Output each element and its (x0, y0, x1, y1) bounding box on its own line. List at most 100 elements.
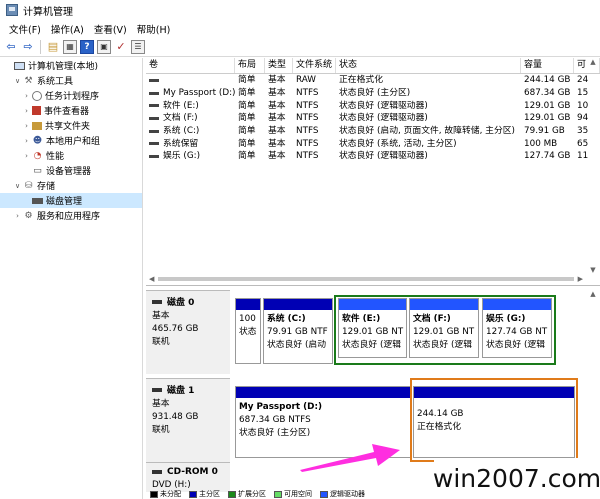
partition-bar (483, 299, 551, 310)
volume-name: 系统 (C:) (163, 126, 200, 137)
expand-chevron-icon[interactable]: ∨ (13, 182, 22, 190)
scroll-up-icon[interactable]: ▲ (590, 290, 595, 298)
console-icon[interactable]: ▣ (97, 39, 111, 54)
partition-bar (410, 299, 478, 310)
scroll-thumb[interactable] (158, 277, 574, 281)
volume-icon (149, 78, 159, 82)
tree-item-label: 设备管理器 (46, 167, 92, 177)
tree-item[interactable]: › 事件查看器 (0, 103, 142, 118)
help-icon[interactable]: ? (80, 39, 94, 54)
volume-row[interactable]: 软件 (E:) 简单 基本 NTFS 状态良好 (逻辑驱动器) 129.01 GB 10 (146, 99, 600, 112)
partition-system-reserved[interactable]: 100 状态 (235, 298, 261, 364)
table-cell: 简单 (238, 88, 256, 99)
table-cell: NTFS (296, 151, 319, 162)
partition-bar (339, 299, 406, 310)
back-arrow-icon[interactable]: ⇦ (4, 40, 18, 54)
scroll-down-icon[interactable]: ▼ (590, 266, 595, 274)
partition-name: 系统 (C:) (267, 314, 306, 324)
scroll-up-icon[interactable]: ▲ (590, 58, 595, 66)
menu-view[interactable]: 查看(V) (89, 22, 132, 36)
tree-item[interactable]: 磁盘管理 (0, 193, 142, 208)
column-header-layout[interactable]: 布局 (235, 58, 265, 73)
menu-file[interactable]: 文件(F) (4, 22, 46, 36)
menu-help[interactable]: 帮助(H) (132, 22, 176, 36)
expand-chevron-icon[interactable]: › (22, 152, 31, 160)
scroll-left-icon[interactable]: ◀ (149, 275, 154, 283)
partition-software-e[interactable]: 软件 (E:) 129.01 GB NT 状态良好 (逻辑 (338, 298, 407, 358)
folder-up-icon[interactable]: ▤ (46, 40, 60, 54)
properties-icon[interactable]: ▦ (63, 39, 77, 54)
tree-item-label: 共享文件夹 (45, 122, 91, 132)
volume-row[interactable]: 娱乐 (G:) 简单 基本 NTFS 状态良好 (逻辑驱动器) 127.74 GB 11 (146, 150, 600, 163)
disk-0-info[interactable]: 磁盘 0 基本 465.76 GB 联机 (146, 290, 230, 374)
disk-0-type: 基本 (152, 311, 170, 321)
legend-label: 未分配 (160, 490, 181, 498)
expand-chevron-icon[interactable]: › (22, 137, 31, 145)
partition-entertainment-g[interactable]: 娱乐 (G:) 127.74 GB NT 状态良好 (逻辑 (482, 298, 552, 358)
tree-item[interactable]: › 任务计划程序 (0, 88, 142, 103)
tree-item[interactable]: › ☻ 本地用户和组 (0, 133, 142, 148)
tree-item[interactable]: › ⚙ 服务和应用程序 (0, 208, 142, 223)
tree-item[interactable]: ∨ ⛁ 存储 (0, 178, 142, 193)
volume-row[interactable]: My Passport (D:) 简单 基本 NTFS 状态良好 (主分区) 687.34… (146, 87, 600, 100)
column-header-type[interactable]: 类型 (265, 58, 293, 73)
volume-icon (149, 104, 159, 108)
expand-chevron-icon[interactable]: › (13, 212, 22, 220)
table-cell: 基本 (268, 88, 286, 99)
table-cell: NTFS (296, 88, 319, 99)
title-bar: 计算机管理 (0, 0, 600, 20)
volume-name: 软件 (E:) (163, 100, 199, 111)
view-icon[interactable]: ☰ (131, 39, 145, 54)
volume-name-cell: 软件 (E:) (146, 100, 235, 112)
partition-size: 129.01 GB NT (413, 327, 475, 337)
partition-system-c[interactable]: 系统 (C:) 79.91 GB NTF 状态良好 (启动 (263, 298, 333, 364)
column-header-capacity[interactable]: 容量 (521, 58, 574, 73)
column-header-status[interactable]: 状态 (336, 58, 521, 73)
tree-item-label: 服务和应用程序 (37, 212, 101, 222)
tree-item[interactable]: › 共享文件夹 (0, 118, 142, 133)
tree-item[interactable]: 计算机管理(本地) (0, 58, 142, 73)
menu-bar: 文件(F) 操作(A) 查看(V) 帮助(H) (0, 20, 600, 37)
table-cell: 127.74 GB (524, 151, 571, 162)
expand-chevron-icon[interactable]: › (22, 107, 31, 115)
column-header-volume[interactable]: 卷 (146, 58, 235, 73)
legend-item: 可用空间 (274, 489, 312, 499)
legend-swatch (189, 490, 197, 498)
menu-action[interactable]: 操作(A) (46, 22, 89, 36)
cdrom-name: CD-ROM 0 (167, 467, 218, 477)
tree-item[interactable]: › ◔ 性能 (0, 148, 142, 163)
tree-item-label: 事件查看器 (44, 107, 90, 117)
cdrom-info[interactable]: CD-ROM 0 DVD (H:) (146, 462, 230, 492)
volume-row[interactable]: 系统 (C:) 简单 基本 NTFS 状态良好 (启动, 页面文件, 故障转储, 主分区… (146, 125, 600, 138)
check-icon[interactable]: ✓ (114, 40, 128, 54)
table-cell: 79.91 GB (524, 126, 565, 137)
partition-status: 正在格式化 (417, 422, 461, 432)
legend-item: 未分配 (150, 489, 181, 499)
tree-item[interactable]: ▭ 设备管理器 (0, 163, 142, 178)
services-icon: ⚙ (24, 210, 33, 221)
disk-icon (152, 387, 162, 392)
vertical-scrollbar-list[interactable]: ▲ ▼ (586, 58, 600, 274)
volume-row[interactable]: 文档 (F:) 简单 基本 NTFS 状态良好 (逻辑驱动器) 129.01 GB 94 (146, 112, 600, 125)
volume-row[interactable]: 简单 基本 RAW 正在格式化 244.14 GB 24 (146, 74, 600, 87)
partition-formatting[interactable]: 244.14 GB 正在格式化 (413, 386, 575, 458)
tree-item-label: 系统工具 (37, 77, 74, 87)
tree-item-label: 本地用户和组 (46, 137, 101, 147)
expand-chevron-icon[interactable]: ∨ (13, 77, 22, 85)
tree-item[interactable]: ∨ ⚒ 系统工具 (0, 73, 142, 88)
table-cell: 简单 (238, 113, 256, 124)
volume-row[interactable]: 系统保留 简单 基本 NTFS 状态良好 (系统, 活动, 主分区) 100 MB 65 (146, 137, 600, 150)
disk-1-info[interactable]: 磁盘 1 基本 931.48 GB 联机 (146, 378, 230, 462)
expand-chevron-icon[interactable]: › (22, 92, 31, 100)
partition-name: My Passport (D:) (239, 402, 322, 412)
column-header-filesystem[interactable]: 文件系统 (293, 58, 336, 73)
disk-1-type: 基本 (152, 399, 170, 409)
partition-documents-f[interactable]: 文档 (F:) 129.01 GB NT 状态良好 (逻辑 (409, 298, 479, 358)
scroll-right-icon[interactable]: ▶ (578, 275, 583, 283)
legend-label: 扩展分区 (238, 490, 266, 498)
volume-icon (149, 91, 159, 95)
expand-chevron-icon[interactable]: › (22, 122, 31, 130)
horizontal-scrollbar[interactable]: ◀ ▶ (146, 273, 586, 285)
forward-arrow-icon[interactable]: ⇨ (21, 40, 35, 54)
table-cell: 129.01 GB (524, 100, 571, 111)
